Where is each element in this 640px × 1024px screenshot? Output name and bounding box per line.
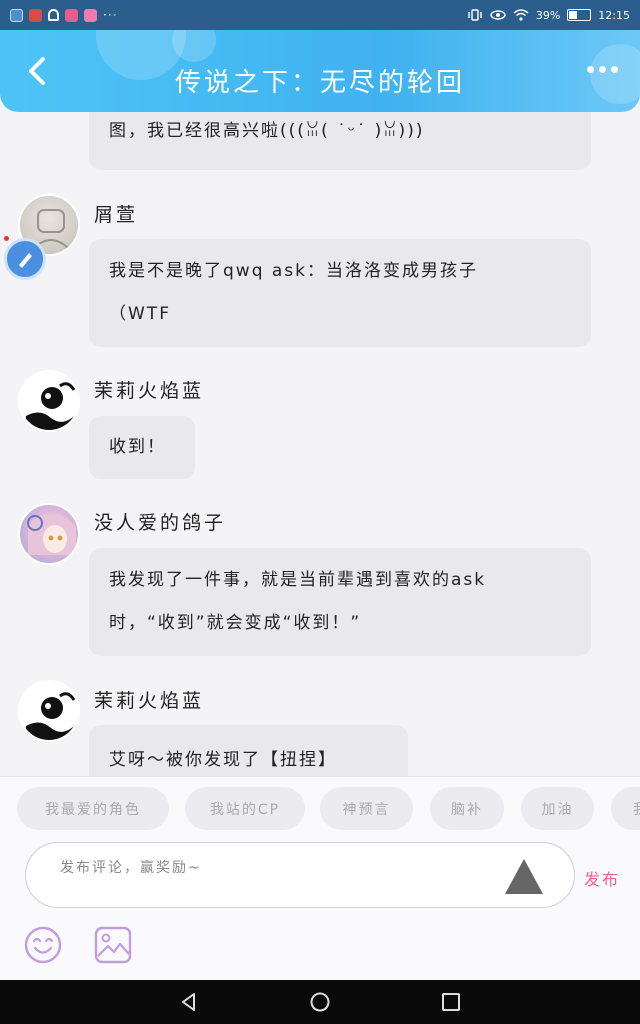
- shield-icon: [10, 8, 23, 22]
- message-text: 时，“收到”就会变成“收到！”: [109, 613, 362, 633]
- message-text: 收到！: [109, 437, 166, 457]
- message-bubble: 我是不是晚了qwq ask：当洛洛变成男孩子 （WTF: [89, 239, 591, 347]
- avatar[interactable]: [18, 680, 80, 742]
- system-nav-bar: [0, 980, 640, 1024]
- message-bubble: 收到！: [89, 416, 195, 479]
- battery-percent: 39%: [535, 8, 561, 22]
- more-button[interactable]: [587, 66, 618, 73]
- message-text: 我发现了一件事，就是当前辈遇到喜欢的ask: [109, 570, 487, 590]
- avatar[interactable]: [18, 503, 80, 565]
- more-dots-icon: [587, 66, 594, 73]
- status-bar: ··· 39% 12:15: [0, 0, 640, 30]
- avatar[interactable]: [18, 370, 80, 432]
- comment-composer: 发布评论，赢奖励~ 发布: [0, 838, 640, 980]
- message-bubble: 艾呀～被你发现了【扭捏】: [89, 725, 408, 776]
- username[interactable]: 屑萱: [94, 200, 138, 227]
- message-text: 我是不是晚了qwq ask：当洛洛变成男孩子: [109, 261, 479, 281]
- system-icons: 39% 12:15: [467, 9, 630, 22]
- message-text: 图，我已经很高兴啦(((ꈍ( ˙ᵕ˙ )ꈍ))): [109, 121, 425, 141]
- clock: 12:15: [598, 8, 630, 22]
- tag-favorite-character[interactable]: 我最爱的角色: [17, 787, 169, 830]
- tag-imagination[interactable]: 脑补: [430, 787, 504, 830]
- app-notification-icon: [84, 8, 97, 22]
- wifi-icon: [513, 9, 529, 21]
- tag-ship-cp[interactable]: 我站的CP: [185, 787, 305, 830]
- level-badge: [4, 238, 46, 280]
- app-header: 传说之下：无尽的轮回: [0, 30, 640, 112]
- message-list[interactable]: 图，我已经很高兴啦(((ꈍ( ˙ᵕ˙ )ꈍ))) 屑萱 我是不是晚了qwq as…: [0, 112, 640, 776]
- username[interactable]: 没人爱的鸽子: [94, 508, 226, 535]
- quick-tag-bar[interactable]: 我最爱的角色 我站的CP 神预言 脑补 加油 我: [0, 776, 640, 838]
- comment-input[interactable]: 发布评论，赢奖励~: [25, 842, 575, 908]
- tag-more[interactable]: 我: [611, 787, 640, 830]
- app-notification-icon: [29, 8, 42, 22]
- vibrate-icon: [468, 9, 482, 21]
- eye-comfort-icon: [490, 10, 506, 20]
- nav-home-icon[interactable]: [309, 991, 331, 1013]
- message-text: （WTF: [109, 304, 171, 324]
- notification-icons: ···: [10, 8, 117, 22]
- smiley-icon[interactable]: [24, 926, 62, 964]
- post-button[interactable]: 发布: [584, 866, 620, 890]
- back-button[interactable]: [20, 54, 54, 88]
- tag-prophecy[interactable]: 神预言: [320, 787, 413, 830]
- image-icon[interactable]: [94, 926, 132, 964]
- bell-icon: [48, 9, 59, 21]
- battery-icon: [567, 9, 592, 21]
- username[interactable]: 茉莉火焰蓝: [94, 686, 204, 713]
- app-notification-icon: [65, 8, 78, 22]
- triangle-up-icon[interactable]: [505, 859, 543, 894]
- message-bubble: 图，我已经很高兴啦(((ꈍ( ˙ᵕ˙ )ꈍ))): [89, 112, 591, 170]
- chevron-left-icon: [29, 57, 45, 85]
- flag-icon: [19, 253, 32, 268]
- message-bubble: 我发现了一件事，就是当前辈遇到喜欢的ask 时，“收到”就会变成“收到！”: [89, 548, 591, 656]
- username[interactable]: 茉莉火焰蓝: [94, 376, 204, 403]
- tag-cheer[interactable]: 加油: [521, 787, 594, 830]
- more-notifications-icon: ···: [103, 8, 118, 22]
- nav-recents-icon[interactable]: [440, 991, 462, 1013]
- nav-back-icon[interactable]: [178, 991, 200, 1013]
- page-title: 传说之下：无尽的轮回: [174, 68, 465, 98]
- message-text: 艾呀～被你发现了【扭捏】: [109, 750, 337, 770]
